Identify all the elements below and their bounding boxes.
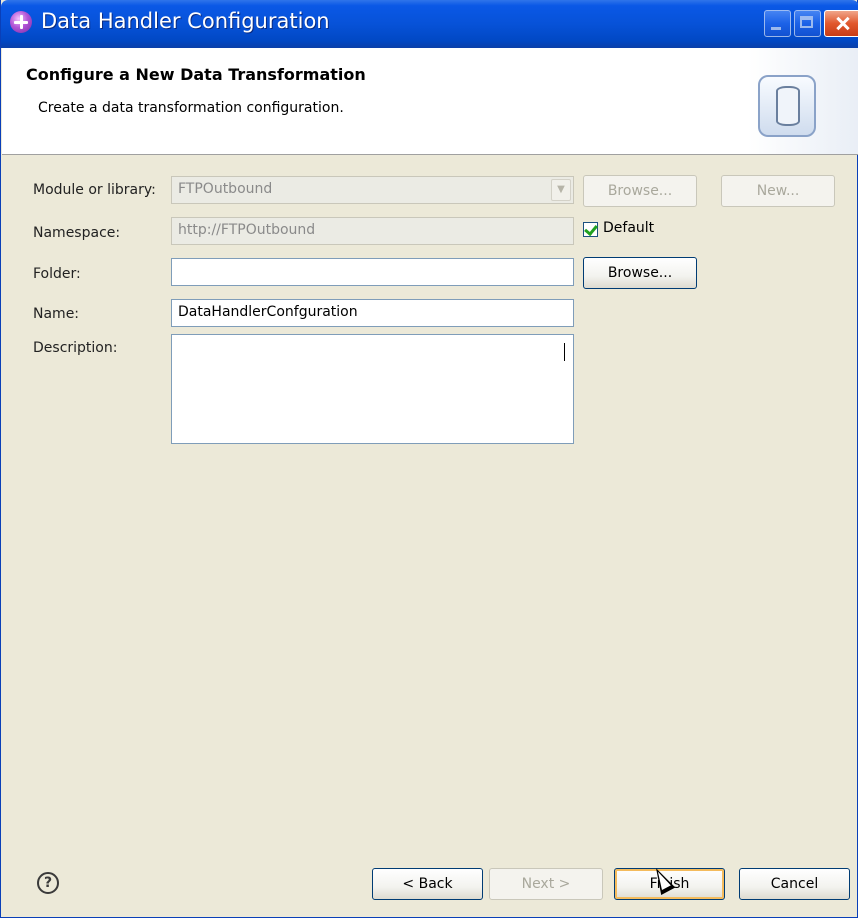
dialog-window: Data Handler Configuration Configure a N… — [0, 0, 858, 918]
title-bar[interactable]: Data Handler Configuration — [1, 0, 858, 48]
database-icon — [758, 75, 816, 137]
maximize-button[interactable] — [794, 10, 821, 37]
module-combo: FTPOutbound ▼ — [171, 176, 574, 204]
default-checkbox[interactable] — [583, 222, 598, 237]
window-title: Data Handler Configuration — [41, 9, 330, 33]
help-icon[interactable]: ? — [37, 872, 59, 894]
name-field[interactable]: DataHandlerConfguration — [171, 299, 574, 327]
page-subtitle: Create a data transformation configurati… — [38, 100, 344, 116]
module-label: Module or library: — [33, 182, 156, 198]
namespace-label: Namespace: — [33, 225, 121, 241]
close-button[interactable] — [824, 10, 858, 37]
wizard-header: Configure a New Data Transformation Crea… — [2, 48, 858, 155]
cancel-button[interactable]: Cancel — [739, 868, 850, 900]
folder-field[interactable] — [171, 258, 574, 286]
chevron-down-icon: ▼ — [551, 179, 571, 201]
module-value: FTPOutbound — [178, 181, 273, 197]
description-textarea[interactable] — [171, 334, 574, 444]
back-button[interactable]: < Back — [372, 868, 483, 900]
namespace-field: http://FTPOutbound — [171, 217, 574, 245]
folder-browse-button[interactable]: Browse... — [583, 257, 697, 289]
module-new-button: New... — [721, 175, 835, 207]
app-icon — [10, 11, 32, 33]
minimize-button[interactable] — [764, 10, 791, 37]
module-browse-button: Browse... — [583, 175, 697, 207]
page-title: Configure a New Data Transformation — [26, 65, 366, 84]
name-label: Name: — [33, 306, 80, 322]
text-caret — [564, 343, 565, 361]
folder-label: Folder: — [33, 266, 81, 282]
description-label: Description: — [33, 340, 118, 356]
default-checkbox-label[interactable]: Default — [603, 220, 654, 236]
next-button: Next > — [489, 868, 603, 900]
